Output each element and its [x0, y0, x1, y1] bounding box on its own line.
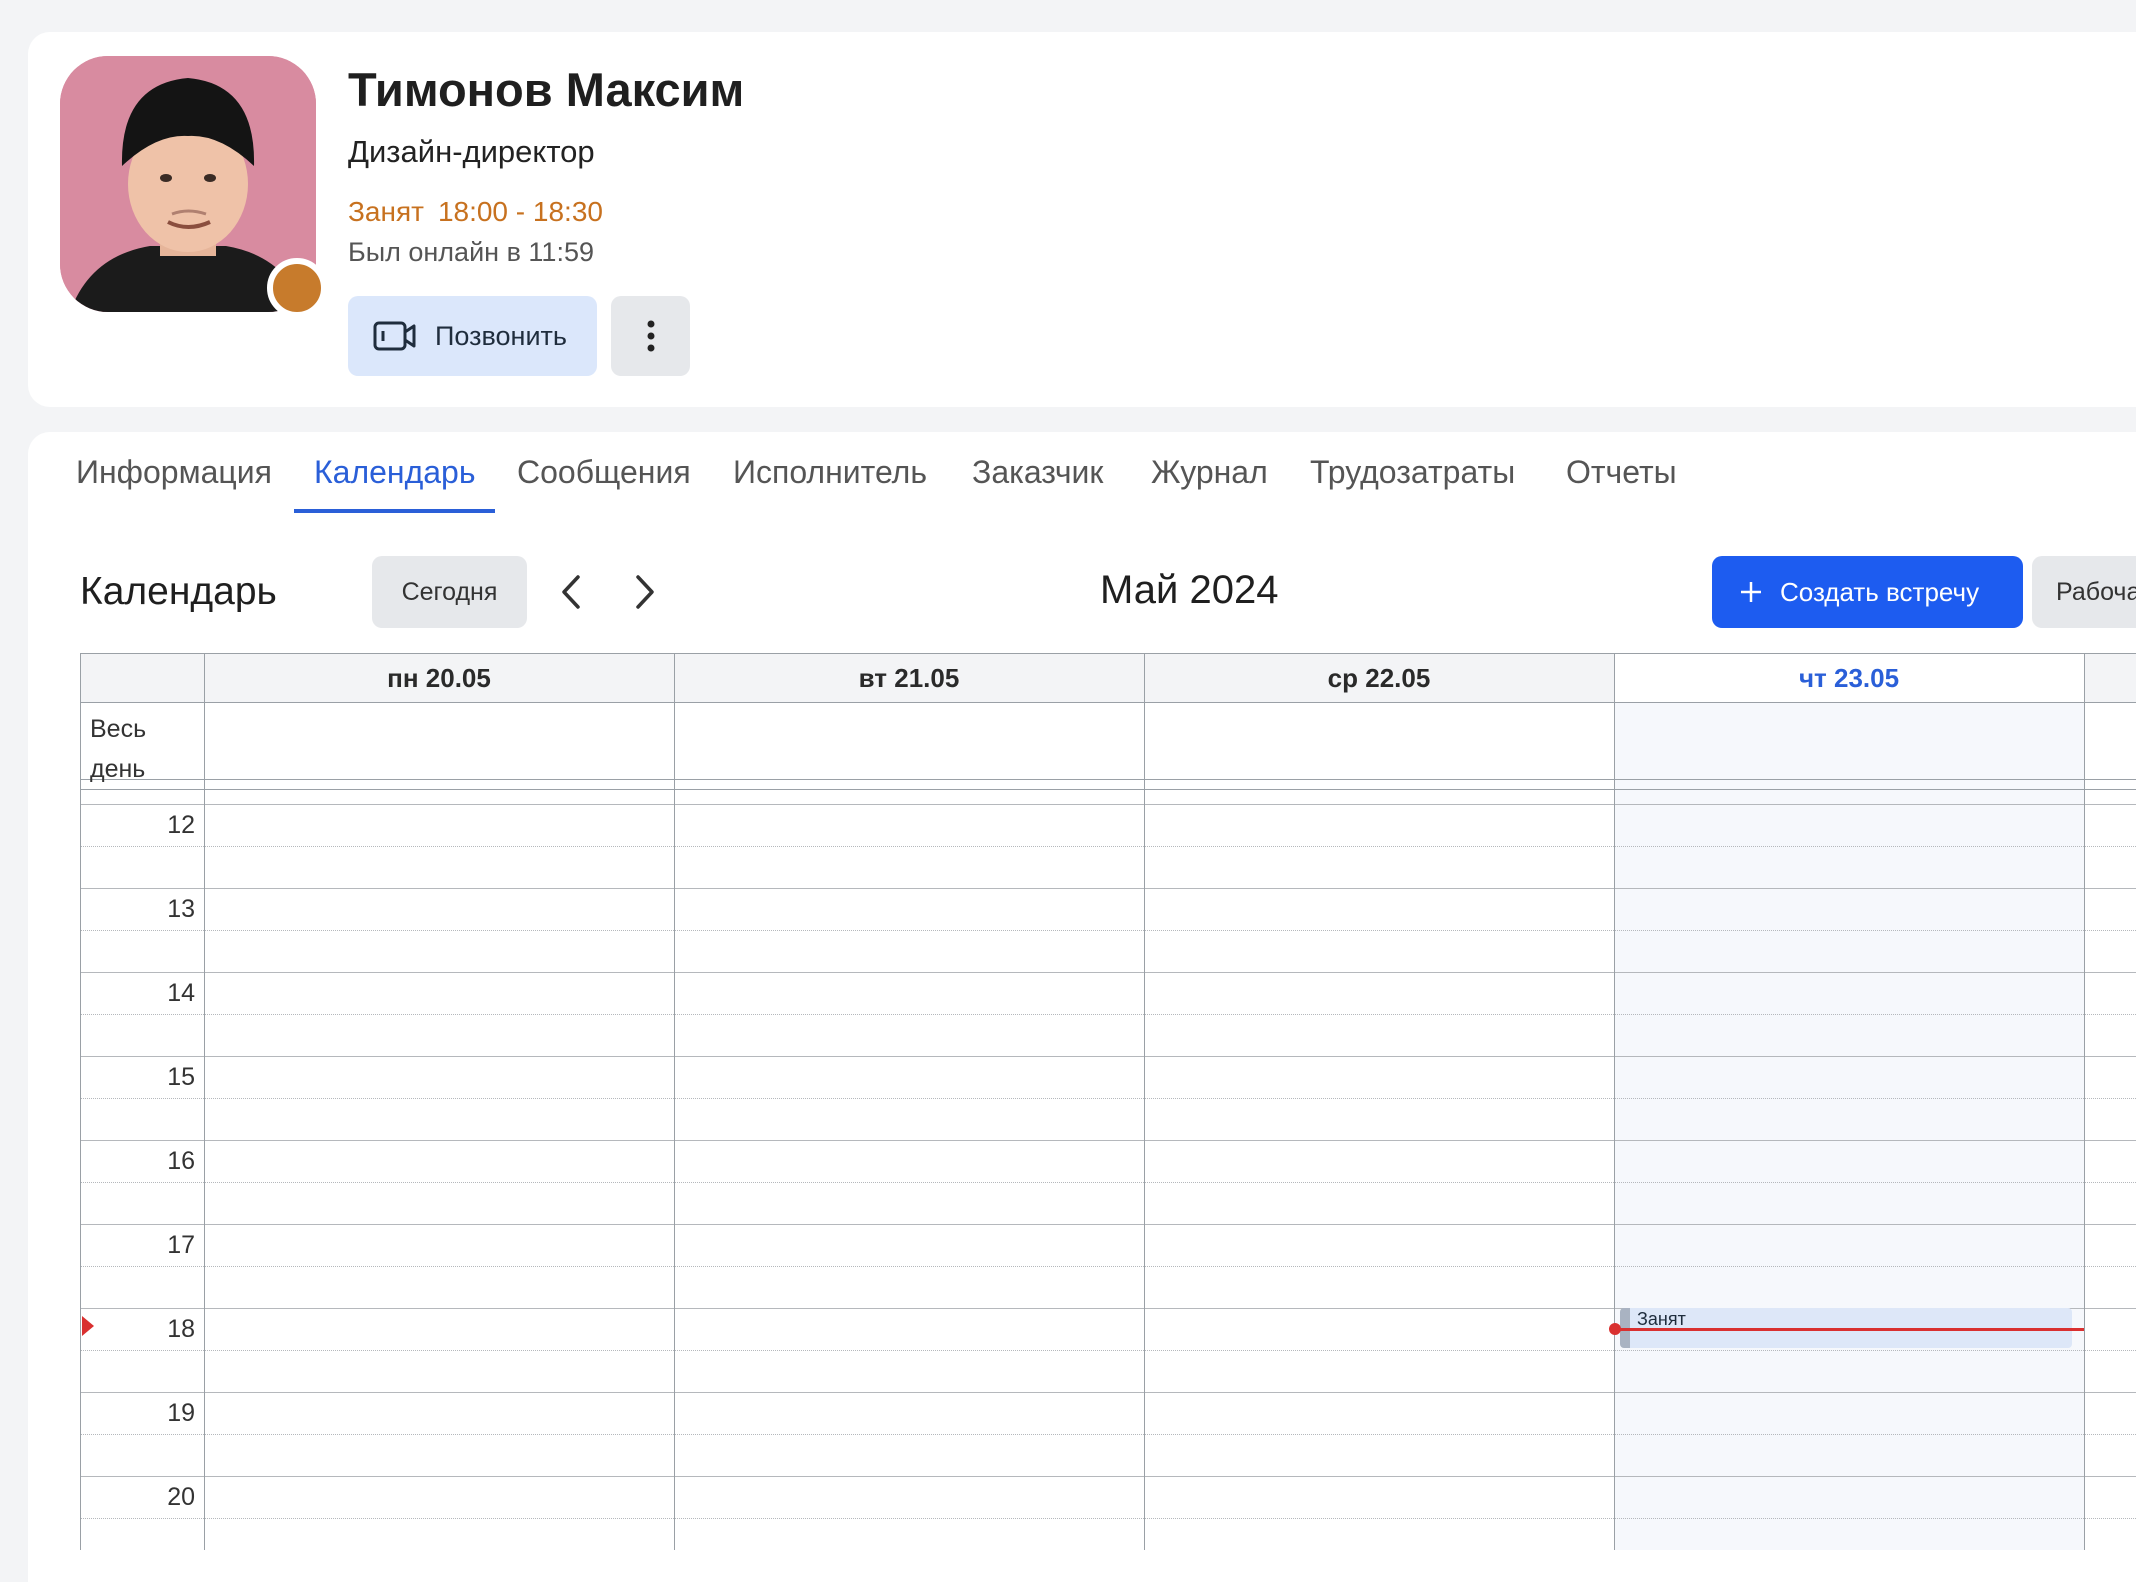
tab-journal[interactable]: Журнал — [1151, 454, 1268, 491]
hour-label: 14 — [167, 979, 195, 1007]
day-header-tue[interactable]: вт 21.05 — [674, 653, 1144, 703]
all-day-row[interactable] — [80, 703, 2136, 780]
call-button-label: Позвонить — [435, 320, 567, 351]
presence-status-dot — [267, 258, 327, 318]
hour-label: 18 — [167, 1315, 195, 1343]
vertical-dots-icon — [647, 320, 654, 352]
all-day-separator — [80, 781, 2136, 790]
day-header-thu[interactable]: чт 23.05 — [1614, 654, 2084, 702]
video-camera-icon — [373, 321, 416, 351]
hour-line — [80, 972, 2136, 973]
profile-name: Тимонов Максим — [348, 63, 745, 116]
chevron-left-icon — [562, 575, 580, 609]
column-divider — [204, 653, 205, 1550]
more-button[interactable] — [611, 296, 690, 376]
hour-label: 15 — [167, 1063, 195, 1091]
hour-label: 19 — [167, 1399, 195, 1427]
hour-line — [80, 1476, 2136, 1477]
current-month: Май 2024 — [1100, 568, 1279, 612]
half-hour-line — [80, 1014, 2136, 1015]
half-hour-line — [80, 1098, 2136, 1099]
today-button[interactable]: Сегодня — [372, 556, 527, 628]
next-week-button[interactable] — [632, 574, 658, 615]
create-meeting-button[interactable]: Создать встречу — [1712, 556, 2023, 628]
tab-calendar[interactable]: Календарь — [314, 454, 476, 491]
hour-label: 16 — [167, 1147, 195, 1175]
column-divider — [80, 653, 81, 1550]
day-header-wed[interactable]: ср 22.05 — [1144, 653, 1614, 703]
view-mode-label: Рабоча — [2056, 577, 2136, 606]
hour-label: 12 — [167, 811, 195, 839]
hour-line — [80, 1140, 2136, 1141]
current-time-line — [1614, 1328, 2084, 1331]
plus-icon — [1741, 582, 1761, 602]
calendar-event-label: Занят — [1637, 1309, 1686, 1329]
hour-label: 13 — [167, 895, 195, 923]
half-hour-line — [80, 1350, 2136, 1351]
column-divider — [1144, 653, 1145, 1550]
tab-reports[interactable]: Отчеты — [1566, 454, 1677, 491]
today-column-background — [1614, 703, 2084, 1550]
busy-status-label: Занят — [348, 196, 424, 227]
busy-status: Занят 18:00 - 18:30 — [348, 196, 603, 228]
hour-line — [80, 1392, 2136, 1393]
profile-card — [28, 32, 2136, 407]
active-tab-indicator — [294, 509, 495, 513]
half-hour-line — [80, 1518, 2136, 1519]
call-button[interactable]: Позвонить — [348, 296, 597, 376]
last-online: Был онлайн в 11:59 — [348, 237, 594, 267]
create-meeting-label: Создать встречу — [1780, 576, 1980, 607]
column-divider — [674, 653, 675, 1550]
half-hour-line — [80, 930, 2136, 931]
half-hour-line — [80, 1434, 2136, 1435]
tab-labor-costs[interactable]: Трудозатраты — [1310, 454, 1515, 491]
tab-executor[interactable]: Исполнитель — [733, 454, 927, 491]
hour-line — [80, 804, 2136, 805]
hour-line — [80, 1224, 2136, 1225]
previous-week-button[interactable] — [558, 574, 584, 615]
hour-line — [80, 1056, 2136, 1057]
tab-messages[interactable]: Сообщения — [517, 454, 691, 491]
tab-customer[interactable]: Заказчик — [972, 454, 1103, 491]
calendar-title: Календарь — [80, 570, 277, 613]
hour-label: 20 — [167, 1483, 195, 1511]
half-hour-line — [80, 1182, 2136, 1183]
profile-role: Дизайн-директор — [348, 134, 595, 169]
half-hour-line — [80, 1266, 2136, 1267]
calendar-grid: пн 20.05 вт 21.05 ср 22.05 чт 23.05 Весь… — [80, 653, 2136, 1550]
column-divider — [2084, 653, 2085, 1550]
current-time-marker — [82, 1316, 94, 1336]
hour-label: 17 — [167, 1231, 195, 1259]
hour-line — [80, 888, 2136, 889]
day-header-mon[interactable]: пн 20.05 — [204, 653, 674, 703]
current-time-dot — [1609, 1323, 1621, 1335]
tab-information[interactable]: Информация — [76, 454, 272, 491]
half-hour-line — [80, 846, 2136, 847]
chevron-right-icon — [636, 575, 654, 609]
busy-status-time: 18:00 - 18:30 — [437, 196, 603, 227]
all-day-label: Весь день — [90, 715, 147, 783]
column-divider — [1614, 653, 1615, 1550]
view-mode-select[interactable]: Рабоча — [2032, 556, 2136, 628]
